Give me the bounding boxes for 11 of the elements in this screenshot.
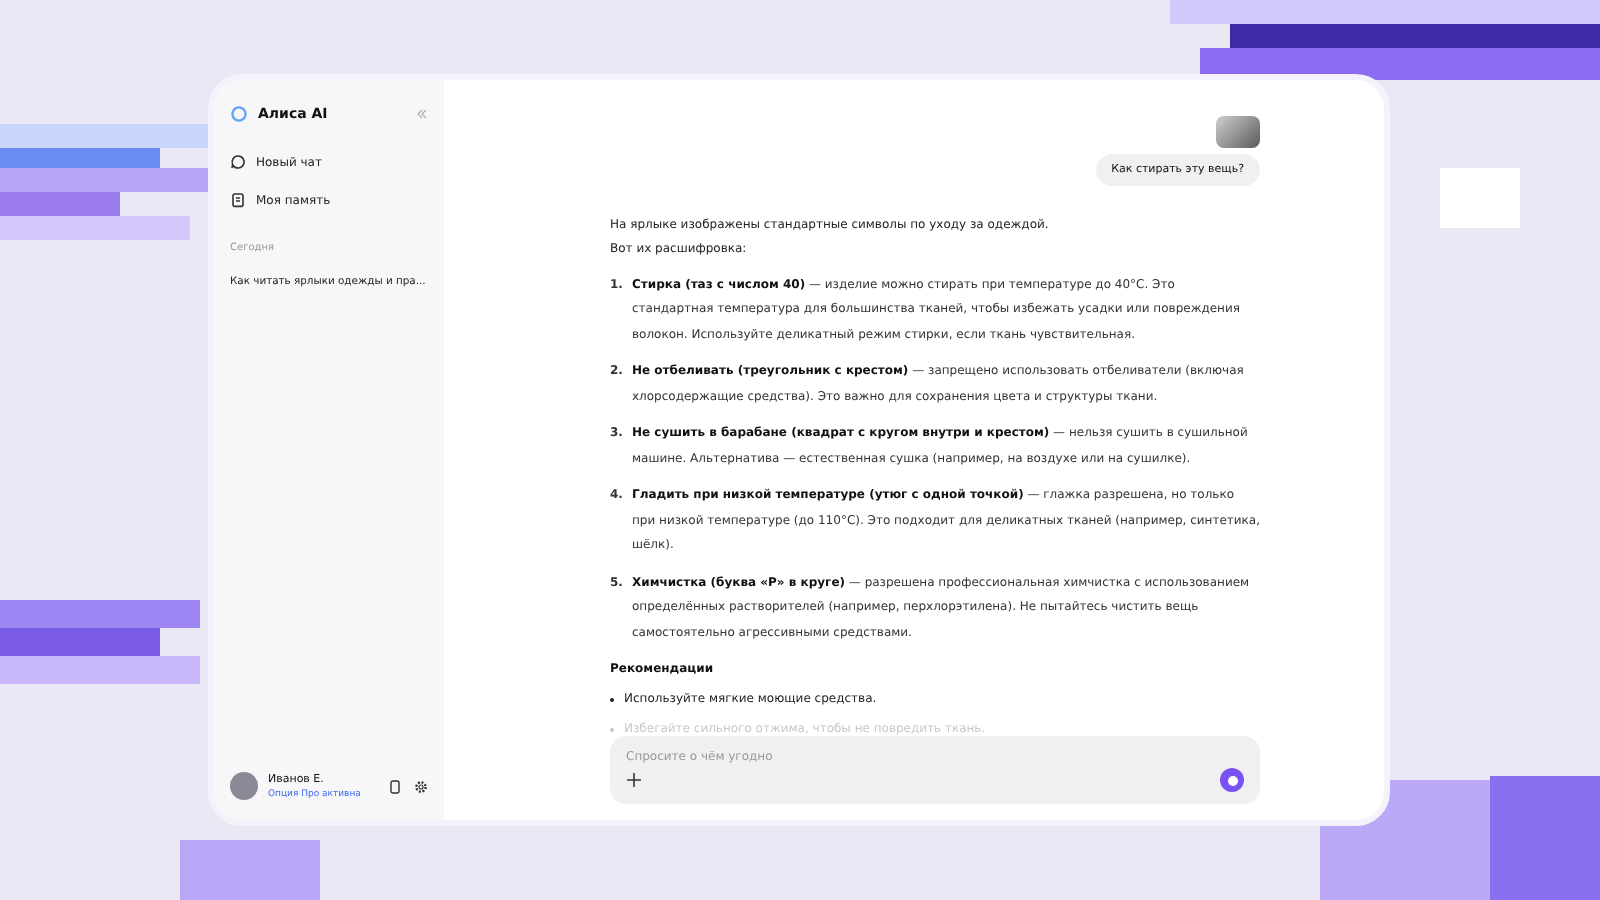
logo-icon <box>230 104 248 122</box>
plus-icon[interactable] <box>626 772 642 788</box>
phone-icon[interactable] <box>390 779 400 793</box>
decor-stripe <box>180 840 320 900</box>
avatar[interactable] <box>230 772 258 800</box>
settings-icon[interactable] <box>414 779 428 793</box>
decor-stripe <box>1490 776 1600 900</box>
photo-placeholder <box>1216 116 1260 147</box>
notepad-icon <box>230 192 246 208</box>
chat-icon <box>230 154 246 170</box>
voice-button[interactable] <box>1220 768 1244 792</box>
